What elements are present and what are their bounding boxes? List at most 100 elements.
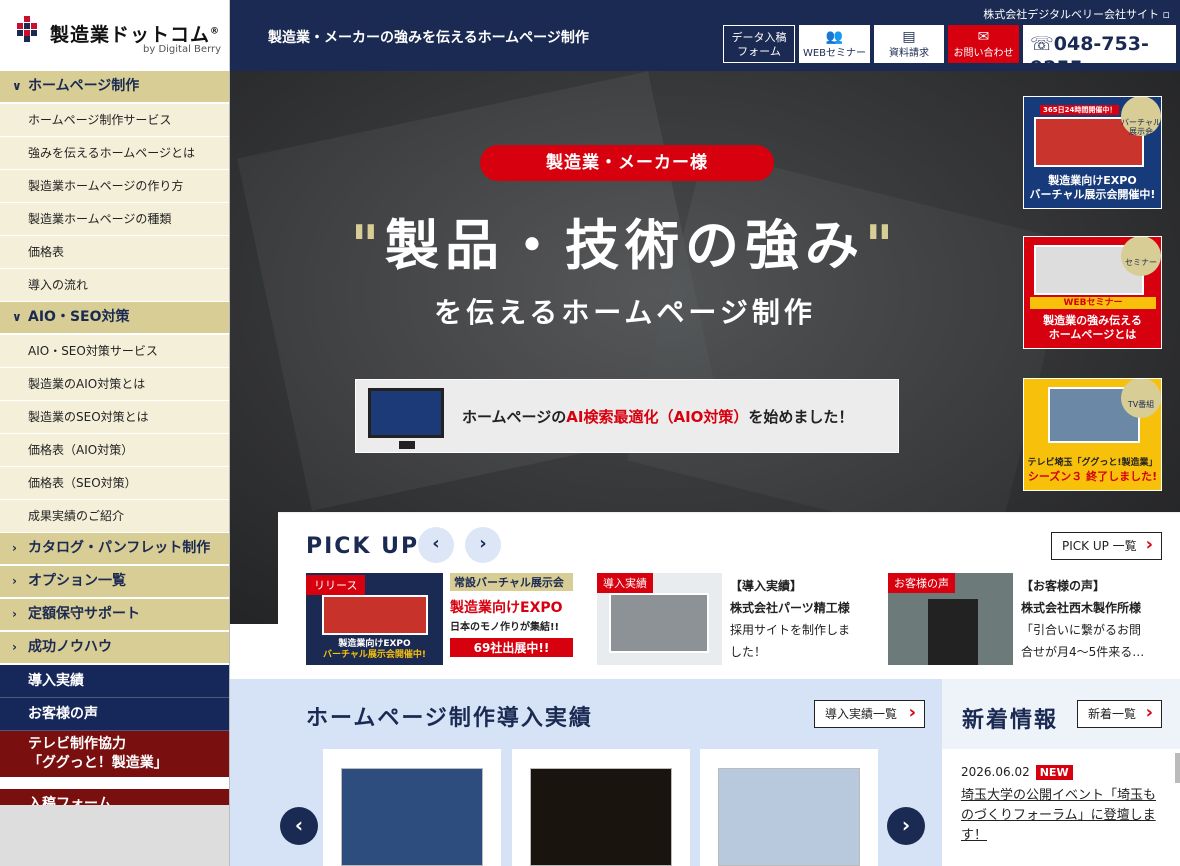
pickup-label: 導入実績: [597, 573, 653, 593]
document-request-button[interactable]: ▤ 資料請求: [874, 25, 944, 63]
sidebar-item[interactable]: 製造業ホームページの種類: [0, 203, 229, 236]
logo-mark-icon: [17, 16, 37, 42]
pickup-cap1: 製造業向けEXPO: [338, 639, 411, 649]
btn-mail-label: お問い合わせ: [953, 48, 1014, 59]
external-link-icon: ▫: [1162, 8, 1170, 21]
site-logo[interactable]: 製造業ドットコム® by Digital Berry: [0, 0, 230, 71]
news-new-badge: NEW: [1035, 765, 1073, 780]
sidebar-cat-label: ホームページ制作: [28, 78, 140, 94]
sidebar-cat-aio-seo[interactable]: ∨ AIO・SEO対策: [0, 302, 229, 335]
banner-caption: テレビ埼玉「ググっと!製造業」 シーズン３ 終了しました!: [1024, 456, 1161, 484]
banner-caption: 製造業の強み伝える ホームページとは: [1024, 314, 1161, 342]
works-card[interactable]: [700, 749, 878, 866]
pickup-item-voice-text[interactable]: 【お客様の声】 株式会社西木製作所様 「引合いに繋がるお問合せが月4〜5件来る…: [1021, 575, 1151, 663]
news-link[interactable]: 埼玉大学の公開イベント「埼玉ものづくりフォーラム」に登壇します！: [961, 786, 1161, 846]
works-section: ホームページ制作導入実績 導入実績一覧 ‹ ›: [230, 679, 942, 866]
banner-cap2: シーズン３ 終了しました!: [1027, 470, 1158, 483]
pickup-item-expo-text[interactable]: 常設バーチャル展示会 製造業向けEXPO 日本のモノ作りが集結!! 69社出展中…: [450, 573, 573, 665]
banner-cap1: 製造業向けEXPO: [1048, 174, 1137, 187]
sidebar-item[interactable]: 製造業のAIO対策とは: [0, 368, 229, 401]
works-card[interactable]: [323, 749, 501, 866]
sidebar-item-works[interactable]: 導入実績: [0, 665, 229, 698]
sidebar-cat-catalog[interactable]: › カタログ・パンフレット制作: [0, 533, 229, 566]
sidebar-item[interactable]: 価格表（AIO対策）: [0, 434, 229, 467]
sidebar-item[interactable]: 強みを伝えるホームページとは: [0, 137, 229, 170]
sidebar-cat-homepage[interactable]: ∨ ホームページ制作: [0, 71, 229, 104]
quote-close: ": [865, 214, 900, 277]
pickup-item-voice-image[interactable]: お客様の声: [888, 573, 1013, 665]
sidebar-item[interactable]: 価格表（SEO対策）: [0, 467, 229, 500]
banner-cap2: ホームページとは: [1048, 328, 1137, 341]
hero-title-text: 製品・技術の強み: [385, 214, 865, 277]
sidebar-item[interactable]: ホームページ制作サービス: [0, 104, 229, 137]
pickup-label: お客様の声: [888, 573, 955, 593]
aio-post: を始めました！: [748, 408, 854, 426]
pickup-all-link[interactable]: PICK UP 一覧: [1051, 532, 1162, 560]
monitor-icon: [368, 388, 444, 449]
data-upload-form-button[interactable]: データ入稿 フォーム: [723, 25, 795, 63]
chevron-down-icon: ∨: [12, 310, 22, 324]
sidebar-item-upload-form[interactable]: 入稿フォーム: [0, 789, 229, 805]
pickup-expo-count: 69社出展中!!: [450, 638, 573, 657]
sidebar-item[interactable]: AIO・SEO対策サービス: [0, 335, 229, 368]
web-seminar-button[interactable]: 👥 WEBセミナー: [799, 25, 870, 63]
seminar-icon: セミナー: [1121, 237, 1161, 276]
sidebar-item[interactable]: 製造業ホームページの作り方: [0, 170, 229, 203]
banner-tag: 365日24時間開催中！: [1040, 105, 1120, 115]
sidebar-item-tv[interactable]: テレビ制作協力 「ググっと！製造業」: [0, 731, 229, 777]
hero-subtitle: を伝えるホームページ制作: [434, 296, 816, 329]
banner-cap2: バーチャル展示会開催中!: [1029, 188, 1156, 201]
pickup-title: PICK UP: [306, 534, 420, 559]
header-tagline: 製造業・メーカーの強みを伝えるホームページ制作: [268, 30, 589, 46]
aio-text: ホームページのAI検索最適化（AIO対策）を始めました！: [462, 406, 853, 427]
btn-data-line1: データ入稿: [731, 31, 787, 44]
pickup-caption: 製造業向けEXPO バーチャル展示会開催中!: [306, 639, 443, 661]
sidebar-fade: 入稿フォーム: [0, 789, 229, 866]
corp-site-link[interactable]: 株式会社デジタルベリー会社サイト ▫: [983, 6, 1170, 22]
works-next-button[interactable]: ›: [887, 807, 925, 845]
hero-title: "製品・技術の強み": [315, 201, 935, 280]
pickup-item-company: 株式会社パーツ精工様: [730, 601, 850, 615]
pickup-item-expo-image[interactable]: リリース 製造業向けEXPO バーチャル展示会開催中!: [306, 573, 443, 665]
sidebar-item[interactable]: 価格表: [0, 236, 229, 269]
chevron-right-icon: ›: [12, 541, 17, 555]
sidebar-cat-support[interactable]: › 定額保守サポート: [0, 599, 229, 632]
scrollbar[interactable]: [1175, 753, 1180, 783]
works-card[interactable]: [512, 749, 690, 866]
sidebar-item[interactable]: 成果実績のご紹介: [0, 500, 229, 533]
sidebar-item-voices[interactable]: お客様の声: [0, 698, 229, 731]
phone-button[interactable]: ☏048-753-9255: [1023, 25, 1176, 79]
pickup-next-button[interactable]: ›: [465, 527, 501, 563]
works-all-link[interactable]: 導入実績一覧: [814, 700, 925, 728]
banner-virtual-expo[interactable]: 365日24時間開催中！ バーチャル展示会 製造業向けEXPO バーチャル展示会開…: [1023, 96, 1162, 209]
banner-cap1: テレビ埼玉「ググっと!製造業」: [1027, 458, 1158, 468]
news-all-link[interactable]: 新着一覧: [1077, 700, 1162, 728]
banner-tv-program[interactable]: TV番組 テレビ埼玉「ググっと!製造業」 シーズン３ 終了しました!: [1023, 378, 1162, 491]
logo-text: 製造業ドットコム®: [50, 24, 221, 46]
sidebar-cat-options[interactable]: › オプション一覧: [0, 566, 229, 599]
sidebar-cat-knowhow[interactable]: › 成功ノウハウ: [0, 632, 229, 665]
contact-button[interactable]: ✉ お問い合わせ: [948, 25, 1019, 63]
document-icon: ▤: [902, 29, 916, 45]
btn-web-label: WEBセミナー: [802, 48, 867, 59]
btn-data-line2: フォーム: [737, 44, 781, 58]
pickup-item-desc: 採用サイトを制作しました！: [730, 623, 851, 659]
aio-pre: ホームページの: [462, 408, 567, 426]
tv-line1: テレビ制作協力: [28, 736, 126, 752]
works-screenshot: [718, 768, 860, 866]
pickup-item-works-text[interactable]: 【導入実績】 株式会社パーツ精工様 採用サイトを制作しました！: [730, 575, 860, 663]
sidebar-item[interactable]: 導入の流れ: [0, 269, 229, 302]
aio-emphasis: AI検索最適化（AIO対策）: [566, 408, 749, 426]
sidebar-item[interactable]: 製造業のSEO対策とは: [0, 401, 229, 434]
pickup-item-works-image[interactable]: 導入実績: [597, 573, 722, 665]
pickup-item-desc: 「引合いに繋がるお問合せが月4〜5件来る…: [1021, 623, 1145, 659]
banner-web-seminar[interactable]: セミナー WEBセミナー 製造業の強み伝える ホームページとは: [1023, 236, 1162, 349]
works-prev-button[interactable]: ‹: [280, 807, 318, 845]
news-title: 新着情報: [962, 708, 1059, 733]
logo-subtitle: by Digital Berry: [143, 44, 222, 55]
aio-announcement-banner[interactable]: ホームページのAI検索最適化（AIO対策）を始めました！: [355, 379, 899, 453]
sidebar-cat-label: 定額保守サポート: [28, 606, 140, 622]
pickup-prev-button[interactable]: ‹: [418, 527, 454, 563]
works-screenshot: [341, 768, 483, 866]
banner-caption: 製造業向けEXPO バーチャル展示会開催中!: [1024, 174, 1161, 202]
